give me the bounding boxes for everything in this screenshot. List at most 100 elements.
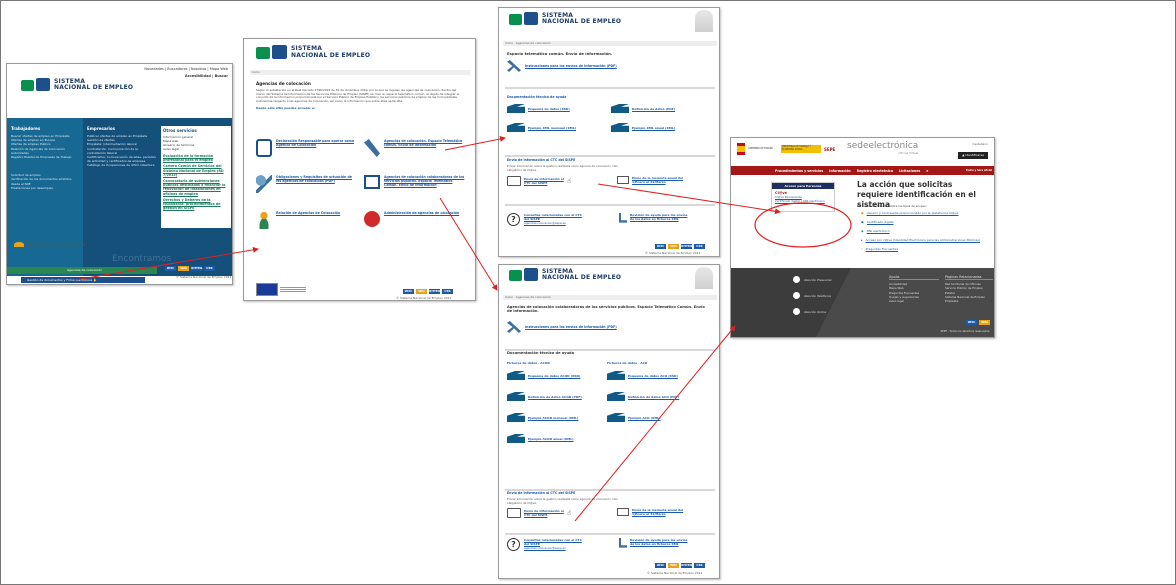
instrucciones-row[interactable]: Instrucciones para los envíos de informa… (507, 60, 617, 72)
option-item[interactable]: Agencias de colocación colaboradoras de … (364, 175, 466, 193)
doc-item[interactable]: Definición de datos (PDF) (611, 104, 707, 113)
option-item[interactable]: Obligaciones y Requisitos de actuación d… (256, 175, 358, 193)
info-item[interactable]: ▣ Certificado digital (861, 220, 991, 224)
rel-link[interactable]: Servicio Público de Empleo Estatal (945, 286, 993, 294)
access-box: Acceso para Personas Cl@ve Cl@ve Permane… (771, 182, 835, 212)
doc-item[interactable]: Esquema de datos ACOD (XSD) (507, 371, 603, 380)
doc-item[interactable]: Definición de datos ACOD (PDF) (507, 392, 603, 401)
doc-item[interactable]: Ejemplo XML anual (XML) (611, 123, 707, 132)
option-item[interactable]: Agencias de colocación. Espacio Telemáti… (364, 139, 466, 157)
envio-title: Envío de información al CTC del SISPE (507, 158, 576, 162)
sne-logo[interactable]: SISTEMA NACIONAL DE EMPLEO (256, 45, 370, 60)
logo-line2: NACIONAL DE EMPLEO (54, 84, 134, 91)
consultas-mail[interactable]: agencias.colocacion@sepe.es (524, 221, 584, 225)
question-icon: ? (861, 247, 863, 251)
contact-item[interactable]: Atención Online (793, 308, 831, 315)
breadcrumb-bar: Inicio (250, 70, 470, 75)
col3-link[interactable]: Convocatoria de subvenciones públicas de… (163, 179, 229, 196)
book-icon (507, 434, 525, 443)
col2-item[interactable]: Catálogo de Ocupaciones de difícil cober… (87, 163, 157, 167)
sede-brand[interactable]: sedeelectrónica Oficina Virtual (847, 141, 918, 155)
doc-label: Esquema de datos ACO (XSD) (628, 373, 678, 378)
option-item[interactable]: Relación de Agencias de Colocación (256, 211, 358, 229)
breadcrumb-bar: Inicio · Agencias de colocación (503, 295, 717, 300)
doc-item[interactable]: Ejemplo ACOD anual (XML) (507, 434, 603, 443)
badge: W3C (655, 244, 666, 249)
consultas-row[interactable]: ? Consultas relacionadas con el CTC del … (507, 538, 584, 551)
info-item[interactable]: ? Preguntas Frecuentes (861, 247, 991, 251)
rel-title: Páginas Relacionadas (945, 275, 993, 281)
col3-item[interactable]: Aviso legal (163, 147, 229, 151)
rel-link[interactable]: Empléate (945, 299, 993, 303)
sne-logo[interactable]: SISTEMA NACIONAL DE EMPLEO (509, 268, 621, 282)
revision-row[interactable]: Revisión de ayuda para los envíos de los… (617, 538, 690, 550)
logo-line2: NACIONAL DE EMPLEO (291, 51, 371, 59)
doc-item[interactable]: Esquema de datos ACO (XSD) (607, 371, 713, 380)
option-item[interactable]: Administración de agencias de colocación (364, 211, 466, 229)
breadcrumb[interactable]: Inicio · Agencias de colocación (505, 295, 551, 299)
access-link[interactable]: Certificado digital o DNI electrónico (775, 199, 831, 204)
info-item[interactable]: ◉ DNI electrónico (861, 229, 991, 233)
option-item[interactable]: Declaración Responsable para operar como… (256, 139, 358, 157)
badge: W3C (403, 289, 414, 294)
search-icon[interactable]: ⌕ (926, 168, 928, 173)
nav-item[interactable]: Licitaciones (899, 169, 920, 173)
breadcrumb[interactable]: Inicio · Agencias de colocación (505, 41, 551, 45)
pin-row[interactable]: Gestión de documentos y Firma Electrónic… (21, 277, 145, 283)
col1-item[interactable]: Relación de Agencias de Colocación Autor… (11, 147, 81, 155)
nav-item[interactable]: Información (829, 169, 851, 173)
sne-logo[interactable]: SISTEMA NACIONAL DE EMPLEO (21, 78, 133, 92)
memoria-row[interactable]: Envío de la memoria anual del 1/Enero al… (617, 508, 692, 516)
nav-item[interactable]: Registro electrónico (857, 169, 893, 173)
dni-icon: ◉ (861, 229, 864, 233)
doc-item[interactable]: Ejemplo ACO (XML) (607, 413, 713, 422)
sede-footer: Atención Presencial Atención Telefónica … (731, 268, 994, 337)
consultas-row[interactable]: ? Consultas relacionadas con el CTC del … (507, 213, 584, 226)
memoria-row[interactable]: Envío de la memoria anual del 1/Enero al… (617, 176, 692, 184)
book-icon (611, 123, 629, 132)
agencias-button[interactable]: Agencias de colocación (7, 267, 157, 274)
contact-item[interactable]: Atención Presencial (793, 276, 831, 283)
nav-item[interactable]: Procedimientos y servicios (775, 169, 823, 173)
col1-item-b[interactable]: Prestaciones por desempleo (11, 186, 81, 190)
docs-grid: Esquema de datos (XSD) Definición de dat… (507, 104, 707, 132)
col3-link[interactable]: Cartera Común de Servicios del Sistema N… (163, 164, 229, 177)
spe-footer: Servicios Públicos de Empleo (14, 242, 85, 247)
sepe-logo[interactable]: SEPE (824, 147, 835, 152)
tools-icon (507, 60, 521, 72)
envelope-icon (617, 508, 629, 516)
doc-label: Ejemplo ACOD mensual (XML) (528, 415, 579, 420)
envio-row[interactable]: Envío de información al CTC del SISPE ☝ (507, 508, 571, 518)
option-label: Obligaciones y Requisitos de actuación d… (276, 175, 352, 183)
col3-link[interactable]: Evaluación de la formación profesional p… (163, 154, 229, 162)
panel-agencias-colaboradoras: SISTEMA NACIONAL DE EMPLEO Inicio · Agen… (498, 264, 720, 579)
identify-button[interactable]: ▲ Identificarse (958, 152, 988, 159)
col2-item[interactable]: Certificados: Comunicación de altas, per… (87, 155, 157, 163)
doc-item[interactable]: Definición de datos ACO (PDF) (607, 392, 713, 401)
info-item[interactable]: ● Usuario y contraseña proporcionado por … (861, 211, 991, 215)
instrucciones-row[interactable]: Instrucciones para los envíos de informa… (507, 321, 617, 333)
sede-sub: Oficina Virtual (898, 151, 919, 155)
doc-item[interactable]: Ejemplo ACOD mensual (XML) (507, 413, 603, 422)
language-selector[interactable]: Castellano (972, 142, 988, 146)
badge: W3C (165, 266, 176, 271)
tools-icon (507, 321, 521, 333)
col1-item-b[interactable]: Verificación de los documentos emitidos … (11, 177, 81, 185)
envio-row[interactable]: Envío de información al CTC del SISPE ☝ (507, 176, 571, 186)
breadcrumb[interactable]: Inicio (252, 70, 260, 74)
header-links[interactable]: Novedades | Buscadores | Nosotros | Mapa… (11, 67, 228, 71)
revision-row[interactable]: Revisión de ayuda para los envíos de los… (617, 213, 690, 225)
doc-item[interactable]: Esquema de datos (XSD) (507, 104, 603, 113)
ayuda-link[interactable]: Aviso legal (889, 299, 939, 303)
contact-item[interactable]: Atención Telefónica (793, 292, 831, 299)
info-item[interactable]: ▸ Acceso por cl@ve (Identidad Electrónica… (861, 238, 991, 242)
consultas-link: Consultas relacionadas con el CTC del SI… (524, 213, 582, 221)
consultas-mail[interactable]: agencias.colocacion@sepe.es (524, 546, 584, 550)
col1-item[interactable]: Registro Estatal de Empresas de Trabajo (11, 155, 81, 159)
col3-link[interactable]: Derechos y Deberes de la ciudadanía: pro… (163, 198, 229, 211)
col2-title: Empresarios (87, 126, 116, 131)
sne-logo[interactable]: SISTEMA NACIONAL DE EMPLEO (509, 12, 621, 26)
col2-item[interactable]: Contratación: Comunicación de la contrat… (87, 147, 157, 155)
cursor-hand-icon: ✋ (93, 278, 97, 282)
doc-item[interactable]: Ejemplo XML mensual (XML) (507, 123, 603, 132)
